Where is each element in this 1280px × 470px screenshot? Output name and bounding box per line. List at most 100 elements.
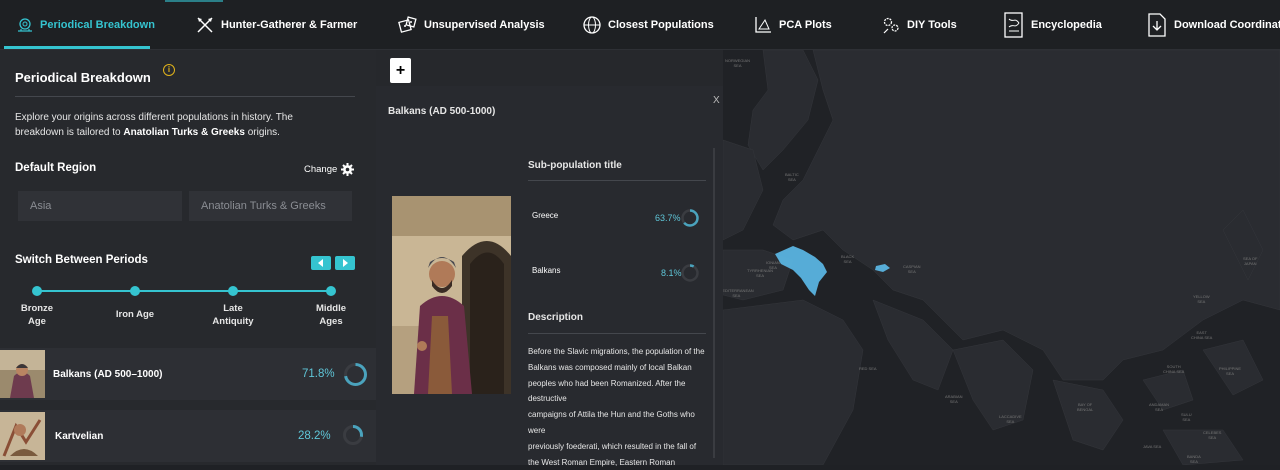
arrow-right-icon — [343, 259, 348, 267]
period-dot-bronze-age[interactable] — [32, 286, 42, 296]
nav-label: Hunter-Gatherer & Farmer — [221, 19, 358, 31]
panel-scrollbar[interactable] — [713, 148, 715, 458]
detail-title: Balkans (AD 500-1000) — [388, 106, 496, 117]
map-label-norwegian-sea: NORWEGIAN SEA — [725, 58, 751, 68]
nav-periodical-breakdown[interactable]: Periodical Breakdown — [16, 0, 155, 50]
period-label-line: Iron Age — [115, 309, 155, 320]
map-label-bay-of-bengal: BAY OF BENGAL — [1077, 402, 1094, 412]
map-label-laccadive-sea: LACCADIVE SEA — [999, 414, 1022, 424]
switch-periods-label: Switch Between Periods — [15, 254, 148, 266]
map-land — [723, 50, 1280, 465]
description-line: the West Roman Empire, Eastern Roman — [528, 457, 676, 467]
population-row-balkans[interactable]: Balkans (AD 500–1000) 71.8% — [0, 348, 376, 400]
description-text-end: origins. — [244, 127, 280, 138]
period-label-line: Ages — [319, 316, 343, 327]
map-label-east-china-sea: EAST CHINA SEA — [1191, 330, 1213, 340]
sub-population-percent: 8.1% — [661, 268, 682, 278]
map-label-red-sea: RED SEA — [859, 366, 877, 371]
map-label-yellow-sea: YELLOW SEA — [1193, 294, 1210, 304]
map-label-black-sea: BLACK SEA — [841, 254, 855, 264]
gear-icon — [341, 163, 355, 176]
nav-pca-plots[interactable]: PCA Plots — [753, 0, 832, 50]
period-label-line: Middle — [315, 303, 347, 314]
map-label-sulu-sea: SULU SEA — [1181, 412, 1192, 422]
left-panel: Periodical Breakdown i Explore your orig… — [0, 50, 376, 465]
period-label-line: Age — [28, 316, 46, 327]
sub-population-name: Balkans — [532, 266, 561, 275]
period-label-late-antiquity[interactable]: Late Antiquity — [198, 302, 268, 328]
arrow-left-icon — [318, 259, 323, 267]
map-label-baltic-sea: BALTIC SEA — [785, 172, 799, 182]
next-period-button[interactable] — [335, 256, 355, 270]
region-select[interactable]: Asia — [18, 191, 182, 221]
info-icon[interactable]: i — [163, 64, 175, 76]
sub-population-progress-ring — [681, 209, 699, 227]
crossed-tools-icon — [195, 15, 215, 35]
period-label-line: Late — [223, 303, 243, 314]
map-label-ionian-sea: IONIAN SEA — [766, 260, 780, 270]
description-title: Description — [528, 312, 584, 323]
map-label-mediterranean-sea: MEDITERRANEAN SEA — [723, 288, 754, 298]
period-timeline — [36, 290, 332, 292]
dna-icon — [16, 16, 34, 34]
population-portrait-image — [392, 196, 511, 394]
description-line: previously foederati, which resulted in … — [528, 441, 697, 451]
population-select[interactable]: Anatolian Turks & Greeks — [189, 191, 352, 221]
divider — [15, 96, 355, 97]
period-label-iron-age[interactable]: Iron Age — [100, 308, 170, 321]
download-file-icon — [1146, 12, 1168, 38]
population-percent: 28.2% — [298, 430, 331, 442]
nav-label: Encyclopedia — [1031, 19, 1102, 31]
sub-population-title: Sub-population title — [528, 160, 622, 171]
page-title: Periodical Breakdown — [15, 70, 151, 85]
population-progress-ring — [344, 363, 367, 386]
active-tab-indicator — [4, 46, 150, 49]
divider — [528, 180, 706, 181]
change-label: Change — [304, 164, 338, 175]
nav-hunter-gatherer-farmer[interactable]: Hunter-Gatherer & Farmer — [195, 0, 357, 50]
page-description: Explore your origins across different po… — [15, 110, 335, 140]
population-progress-ring — [343, 425, 363, 445]
period-label-line: Bronze — [20, 303, 54, 314]
nav-label: Closest Populations — [608, 19, 714, 31]
gears-icon — [881, 15, 901, 35]
dice-icon — [398, 15, 418, 35]
nav-unsupervised-analysis[interactable]: Unsupervised Analysis — [398, 0, 545, 50]
population-percent: 71.8% — [302, 368, 335, 380]
sub-population-progress-ring — [681, 264, 699, 282]
nav-label: PCA Plots — [779, 19, 832, 31]
population-thumbnail — [0, 412, 45, 460]
zoom-in-button[interactable]: + — [390, 58, 411, 83]
population-name: Kartvelian — [55, 430, 104, 442]
period-dot-middle-ages[interactable] — [326, 286, 336, 296]
period-label-middle-ages[interactable]: Middle Ages — [296, 302, 366, 328]
default-region-label: Default Region — [15, 162, 97, 174]
nav-label: Periodical Breakdown — [40, 19, 155, 31]
population-row-kartvelian[interactable]: Kartvelian 28.2% — [0, 410, 376, 462]
description-line: peoples who had been Romanized. After th… — [528, 378, 686, 404]
map-label-banda-sea: BANDA SEA — [1187, 454, 1201, 464]
world-map[interactable]: NORWEGIAN SEA BALTIC SEA MEDITERRANEAN S… — [723, 50, 1280, 465]
nav-closest-populations[interactable]: Closest Populations — [582, 0, 714, 50]
map-label-caspian-sea: CASPIAN SEA — [903, 264, 921, 274]
map-label-sea-of-japan: SEA OF JAPAN — [1243, 256, 1258, 266]
period-dot-late-antiquity[interactable] — [228, 286, 238, 296]
period-label-bronze-age[interactable]: Bronze Age — [2, 302, 72, 328]
globe-icon — [582, 15, 602, 35]
map-label-celebes-sea: CELEBES SEA — [1203, 430, 1222, 440]
nav-diy-tools[interactable]: DIY Tools — [881, 0, 957, 50]
close-panel-button[interactable]: X — [713, 95, 720, 106]
description-line: Before the Slavic migrations, the popula… — [528, 347, 705, 356]
description-highlight: Anatolian Turks & Greeks — [123, 127, 245, 138]
description-body: Before the Slavic migrations, the popula… — [528, 344, 708, 470]
previous-period-button[interactable] — [311, 256, 331, 270]
map-label-south-china-sea: SOUTH CHINA SEA — [1163, 364, 1185, 374]
nav-encyclopedia[interactable]: Encyclopedia — [1003, 0, 1102, 50]
population-name: Balkans (AD 500–1000) — [53, 368, 163, 380]
change-region-button[interactable]: Change — [304, 163, 355, 176]
map-label-java-sea: JAVA SEA — [1143, 444, 1162, 449]
period-dot-iron-age[interactable] — [130, 286, 140, 296]
book-icon — [1003, 11, 1025, 39]
nav-download-coordinates[interactable]: Download Coordinates — [1146, 0, 1280, 50]
sub-population-name: Greece — [532, 211, 559, 220]
